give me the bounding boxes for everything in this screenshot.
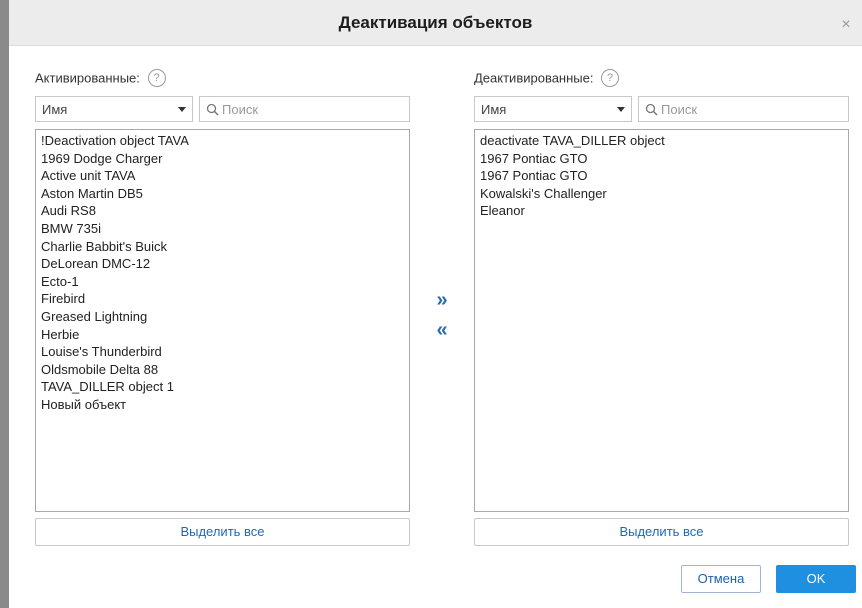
list-item[interactable]: Greased Lightning bbox=[41, 308, 404, 326]
list-item[interactable]: Kowalski's Challenger bbox=[480, 185, 843, 203]
search-icon bbox=[206, 103, 219, 116]
list-item[interactable]: DeLorean DMC-12 bbox=[41, 255, 404, 273]
deactivated-sort-select[interactable]: Имя bbox=[474, 96, 632, 122]
close-icon[interactable]: × bbox=[838, 17, 854, 33]
list-item[interactable]: Audi RS8 bbox=[41, 202, 404, 220]
list-item[interactable]: Oldsmobile Delta 88 bbox=[41, 361, 404, 379]
move-right-icon[interactable]: » bbox=[430, 289, 454, 311]
list-item[interactable]: BMW 735i bbox=[41, 220, 404, 238]
list-item[interactable]: 1969 Dodge Charger bbox=[41, 150, 404, 168]
ok-button[interactable]: OK bbox=[776, 565, 856, 593]
list-item[interactable]: Herbie bbox=[41, 326, 404, 344]
deactivated-label: Деактивированные: bbox=[474, 70, 594, 86]
dialog-title: Деактивация объектов bbox=[338, 13, 533, 32]
list-item[interactable]: Ecto-1 bbox=[41, 273, 404, 291]
deactivated-sort-value: Имя bbox=[481, 102, 507, 117]
list-item[interactable]: Louise's Thunderbird bbox=[41, 343, 404, 361]
activated-sort-select[interactable]: Имя bbox=[35, 96, 193, 122]
list-item[interactable]: TAVA_DILLER object 1 bbox=[41, 378, 404, 396]
deactivated-label-row: Деактивированные: ? bbox=[474, 69, 620, 88]
move-left-icon[interactable]: « bbox=[430, 319, 454, 341]
search-icon bbox=[645, 103, 658, 116]
list-item[interactable]: Новый объект bbox=[41, 396, 404, 414]
activated-label-row: Активированные: ? bbox=[35, 69, 166, 88]
deactivated-search-input[interactable] bbox=[661, 100, 831, 118]
list-item[interactable]: Firebird bbox=[41, 290, 404, 308]
activated-label: Активированные: bbox=[35, 70, 140, 86]
chevron-down-icon bbox=[617, 107, 625, 112]
activated-search-input[interactable] bbox=[222, 100, 392, 118]
list-item[interactable]: 1967 Pontiac GTO bbox=[480, 150, 843, 168]
list-item[interactable]: Active unit TAVA bbox=[41, 167, 404, 185]
select-all-activated-button[interactable]: Выделить все bbox=[35, 518, 410, 546]
list-item[interactable]: 1967 Pontiac GTO bbox=[480, 167, 843, 185]
list-item[interactable]: Aston Martin DB5 bbox=[41, 185, 404, 203]
help-icon[interactable]: ? bbox=[147, 69, 166, 87]
activated-list[interactable]: !Deactivation object TAVA 1969 Dodge Char… bbox=[35, 129, 410, 512]
list-item[interactable]: !Deactivation object TAVA bbox=[41, 132, 404, 150]
select-all-deactivated-button[interactable]: Выделить все bbox=[474, 518, 849, 546]
deactivation-dialog: Деактивация объектов × Активированные: ?… bbox=[9, 0, 862, 608]
deactivated-search[interactable] bbox=[638, 96, 849, 122]
help-icon[interactable]: ? bbox=[601, 69, 620, 87]
chevron-down-icon bbox=[178, 107, 186, 112]
dialog-titlebar: Деактивация объектов × bbox=[9, 0, 862, 46]
activated-sort-value: Имя bbox=[42, 102, 68, 117]
list-item[interactable]: Eleanor bbox=[480, 202, 843, 220]
cancel-button[interactable]: Отмена bbox=[681, 565, 761, 593]
activated-search[interactable] bbox=[199, 96, 410, 122]
deactivated-list[interactable]: deactivate TAVA_DILLER object 1967 Pontia… bbox=[474, 129, 849, 512]
list-item[interactable]: Charlie Babbit's Buick bbox=[41, 238, 404, 256]
list-item[interactable]: deactivate TAVA_DILLER object bbox=[480, 132, 843, 150]
